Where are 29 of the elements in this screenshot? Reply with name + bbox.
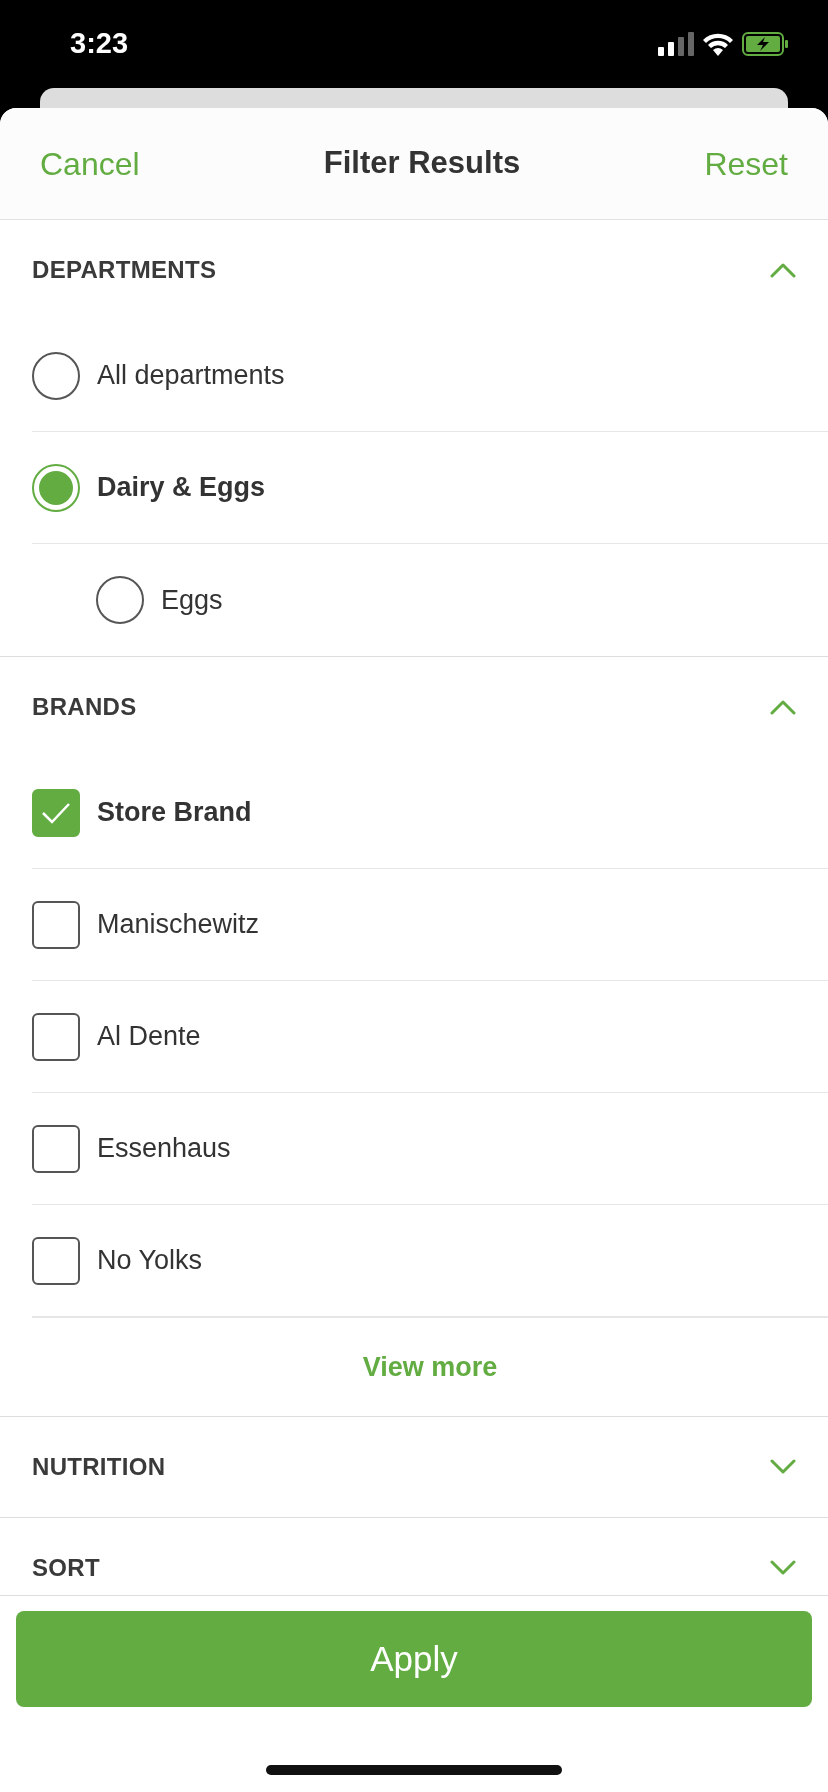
chevron-up-icon[interactable] [770,699,796,715]
section-title: BRANDS [32,692,137,722]
option-label[interactable]: Dairy & Eggs [97,467,266,508]
option-label[interactable]: Essenhaus [97,1128,231,1169]
option-label[interactable]: All departments [97,355,285,396]
checkbox[interactable] [32,1012,80,1061]
sheet-title: Filter Results [323,144,521,183]
section-title: SORT [32,1553,100,1583]
option-label[interactable]: No Yolks [97,1240,203,1281]
chevron-down-icon[interactable] [770,1560,796,1576]
chevron-down-icon[interactable] [770,1459,796,1475]
chevron-up-icon[interactable] [770,262,796,278]
radio-button[interactable] [96,576,144,624]
checkbox[interactable] [32,1236,80,1285]
section-title: NUTRITION [32,1452,166,1482]
wifi-icon [702,32,734,56]
section-title: DEPARTMENTS [32,255,217,285]
checkbox[interactable] [32,900,80,949]
battery-icon [742,32,790,56]
option-label[interactable]: Eggs [161,579,223,621]
signal-icon [658,32,694,56]
radio-button[interactable] [32,351,80,400]
clock-time: 3:23 [70,26,129,62]
checkbox[interactable] [32,1124,80,1173]
option-label[interactable]: Manischewitz [97,904,260,945]
option-label[interactable]: Al Dente [97,1016,201,1057]
radio-button[interactable] [32,463,80,512]
checkbox[interactable] [32,788,80,837]
option-label[interactable]: Store Brand [97,792,252,833]
